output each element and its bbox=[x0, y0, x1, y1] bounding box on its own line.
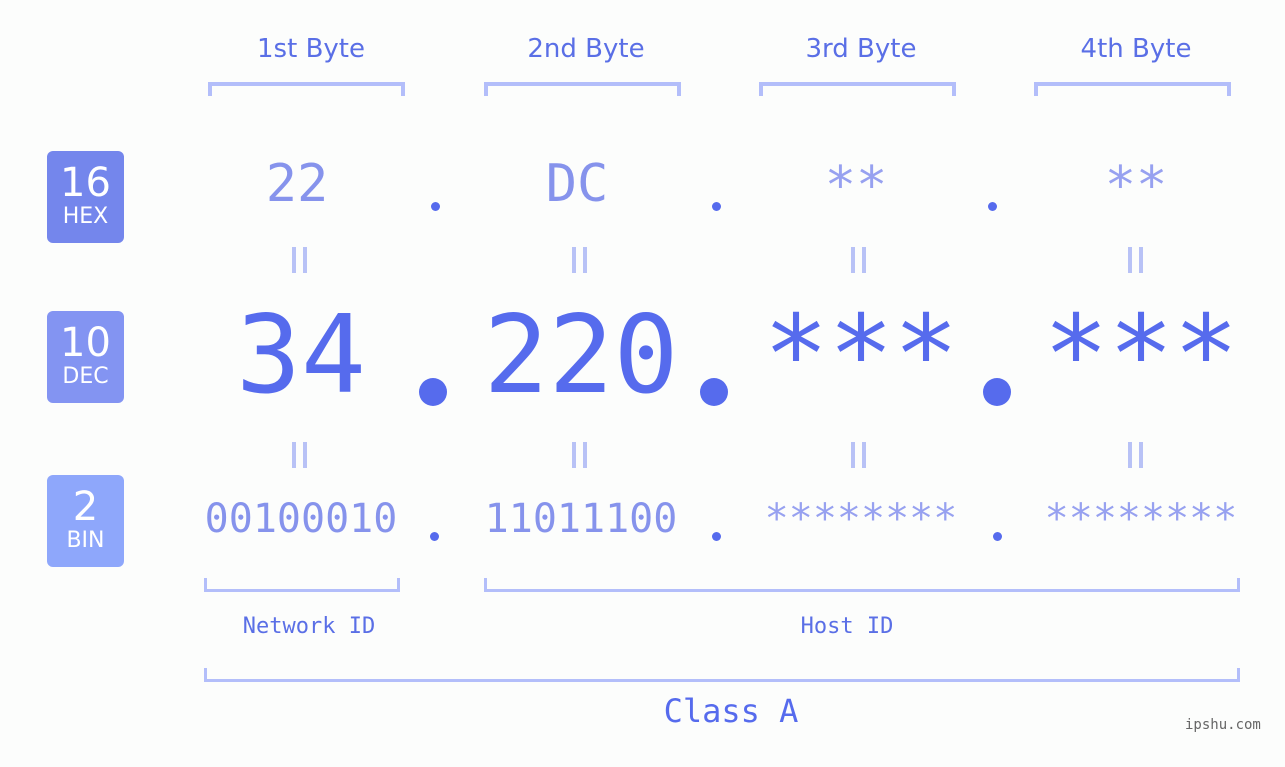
equals-icon bbox=[292, 442, 307, 468]
class-label: Class A bbox=[663, 692, 799, 730]
hex-dot-2 bbox=[712, 202, 721, 211]
dec-value-1: 34 bbox=[235, 293, 367, 418]
byte-bracket-3 bbox=[759, 82, 956, 96]
dec-value-3: *** bbox=[763, 293, 959, 418]
bin-dot-3 bbox=[993, 532, 1002, 541]
equals-icon bbox=[1128, 247, 1143, 273]
host-id-label: Host ID bbox=[800, 614, 894, 639]
byte-bracket-2 bbox=[484, 82, 681, 96]
hex-base: 16 bbox=[60, 160, 111, 206]
hex-value-1: 22 bbox=[265, 154, 329, 214]
bin-base: 2 bbox=[72, 484, 99, 530]
dec-dot-3 bbox=[983, 378, 1011, 406]
dec-value-2: 220 bbox=[483, 293, 679, 418]
host-id-bracket bbox=[484, 578, 1240, 592]
dec-badge: 10 DEC bbox=[47, 311, 124, 403]
equals-icon bbox=[572, 247, 587, 273]
watermark: ipshu.com bbox=[1185, 717, 1261, 733]
hex-value-4: ** bbox=[1104, 156, 1168, 216]
bin-value-3: ******** bbox=[764, 496, 958, 542]
class-bracket bbox=[204, 668, 1240, 682]
bin-dot-1 bbox=[430, 532, 439, 541]
byte-bracket-1 bbox=[208, 82, 405, 96]
hex-name: HEX bbox=[62, 204, 109, 229]
byte-bracket-4 bbox=[1034, 82, 1231, 96]
byte-label-2: 2nd Byte bbox=[527, 34, 645, 64]
dec-base: 10 bbox=[60, 320, 111, 366]
bin-badge: 2 BIN bbox=[47, 475, 124, 567]
hex-value-2: DC bbox=[545, 154, 609, 214]
network-id-bracket bbox=[204, 578, 400, 592]
dec-dot-2 bbox=[700, 378, 728, 406]
equals-icon bbox=[851, 442, 866, 468]
bin-value-4: ******** bbox=[1044, 496, 1238, 542]
byte-label-1: 1st Byte bbox=[257, 34, 365, 64]
byte-label-3: 3rd Byte bbox=[805, 34, 917, 64]
network-id-label: Network ID bbox=[242, 614, 376, 639]
hex-dot-1 bbox=[431, 202, 440, 211]
hex-value-3: ** bbox=[824, 156, 888, 216]
equals-icon bbox=[1128, 442, 1143, 468]
dec-dot-1 bbox=[419, 378, 447, 406]
dec-name: DEC bbox=[62, 364, 109, 389]
bin-value-1: 00100010 bbox=[204, 496, 398, 542]
equals-icon bbox=[292, 247, 307, 273]
bin-name: BIN bbox=[66, 528, 105, 553]
equals-icon bbox=[851, 247, 866, 273]
hex-dot-3 bbox=[988, 202, 997, 211]
bin-dot-2 bbox=[712, 532, 721, 541]
bin-value-2: 11011100 bbox=[484, 496, 678, 542]
byte-label-4: 4th Byte bbox=[1080, 34, 1192, 64]
dec-value-4: *** bbox=[1043, 293, 1239, 418]
hex-badge: 16 HEX bbox=[47, 151, 124, 243]
equals-icon bbox=[572, 442, 587, 468]
